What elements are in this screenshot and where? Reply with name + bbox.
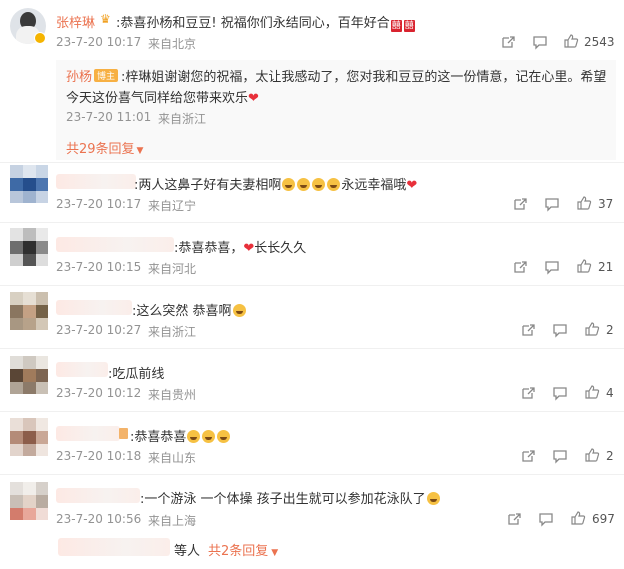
comment-text: :恭喜孙杨和豆豆! 祝福你们永结同心，百年好合 [116,16,390,31]
avatar[interactable] [10,165,48,203]
avatar[interactable] [10,228,48,266]
like-icon[interactable] [563,33,579,49]
author-name[interactable]: 张梓琳 [56,12,95,31]
shocked-emoji-icon [426,492,440,505]
like-count: 21 [598,260,614,274]
comment-time: 23-7-20 10:12 [56,386,142,400]
avatar[interactable] [10,418,48,456]
blurred-username [56,426,120,441]
more-replies-link[interactable]: 共2条回复 ▼ [208,540,278,559]
footer-text: 等人 [174,544,201,559]
blurred-usernames [58,538,170,556]
like-count: 4 [606,386,614,400]
comment-text: :一个游泳 一个体操 孩子出生就可以参加花泳队了 [140,492,426,507]
like-count: 2543 [584,35,615,49]
avatar[interactable] [10,356,48,394]
reply-time: 23-7-20 11:01 [66,110,152,124]
share-icon[interactable] [512,259,528,275]
share-icon[interactable] [520,448,536,464]
comment-text: :吃瓜前线 [108,367,165,382]
comment-icon[interactable] [552,322,568,338]
laughing-emoji-icon [282,178,296,191]
crown-icon: ♛ [100,12,111,26]
share-icon[interactable] [520,385,536,401]
avatar[interactable] [10,292,48,330]
chevron-down-icon: ▼ [271,548,279,558]
like-icon[interactable] [576,258,592,274]
share-icon[interactable] [506,511,522,527]
badge-icon [119,428,128,439]
avatar[interactable] [10,482,48,520]
comment-location: 来自上海 [148,514,197,528]
blurred-username [56,174,136,189]
comment-location: 来自辽宁 [148,199,197,213]
comment-time: 23-7-20 10:15 [56,260,142,274]
comment-time: 23-7-20 10:17 [56,35,142,49]
comment-time: 23-7-20 10:27 [56,323,142,337]
comment-time: 23-7-20 10:18 [56,449,142,463]
like-count: 2 [606,449,614,463]
double-happiness-icon: 囍 [403,20,415,32]
like-count: 697 [592,512,615,526]
heart-icon: ❤ [406,178,418,193]
verified-badge-icon [34,32,46,44]
more-replies-link[interactable]: 共29条回复 ▼ [66,138,143,157]
laughing-emoji-icon [297,178,311,191]
crying-emoji-icon [232,304,246,317]
blurred-username [56,237,174,252]
blush-emoji-icon [312,178,326,191]
comment-location: 来自浙江 [148,325,197,339]
comment-text: :恭喜恭喜 [130,430,187,445]
blurred-username [56,300,132,315]
comment-text: :这么突然 恭喜啊 [132,304,232,319]
like-icon[interactable] [584,321,600,337]
share-icon[interactable] [512,196,528,212]
comment-icon[interactable] [544,196,560,212]
double-happiness-icon: 囍 [390,20,402,32]
blogger-badge: 博主 [94,69,119,82]
blush-emoji-icon [327,178,341,191]
like-icon[interactable] [576,195,592,211]
comment-text: :恭喜恭喜， [174,241,244,256]
comment-location: 来自山东 [148,451,197,465]
comment-time: 23-7-20 10:56 [56,512,142,526]
comment-time: 23-7-20 10:17 [56,197,142,211]
share-icon[interactable] [520,322,536,338]
reply-text-line2: 今天这份喜气同样给您带来欢乐 [66,91,249,106]
reply-location: 来自浙江 [158,112,207,126]
like-count: 37 [598,197,614,211]
comment-icon[interactable] [552,448,568,464]
chevron-down-icon: ▼ [136,146,144,156]
comment-text: :两人这鼻子好有夫妻相啊 [134,178,282,193]
like-icon[interactable] [584,384,600,400]
blurred-username [56,362,108,377]
reply-author-name[interactable]: 孙杨 [66,66,92,85]
blush-emoji-icon [202,430,216,443]
heart-icon: ❤ [248,91,259,106]
blush-emoji-icon [187,430,201,443]
blurred-username [56,488,140,503]
comment-location: 来自北京 [148,37,197,51]
reply-text-line1: :梓琳姐谢谢您的祝福，太让我感动了，您对我和豆豆的这一份情意，记在心里。希望 [121,70,607,85]
blush-emoji-icon [217,430,231,443]
share-icon[interactable] [500,34,516,50]
heart-icon: ❤ [243,241,255,256]
comment-icon[interactable] [532,34,548,50]
comment-icon[interactable] [544,259,560,275]
comment-icon[interactable] [552,385,568,401]
comment-icon[interactable] [538,511,554,527]
comment-location: 来自河北 [148,262,197,276]
like-icon[interactable] [570,510,586,526]
like-icon[interactable] [584,447,600,463]
like-count: 2 [606,323,614,337]
comment-location: 来自贵州 [148,388,197,402]
